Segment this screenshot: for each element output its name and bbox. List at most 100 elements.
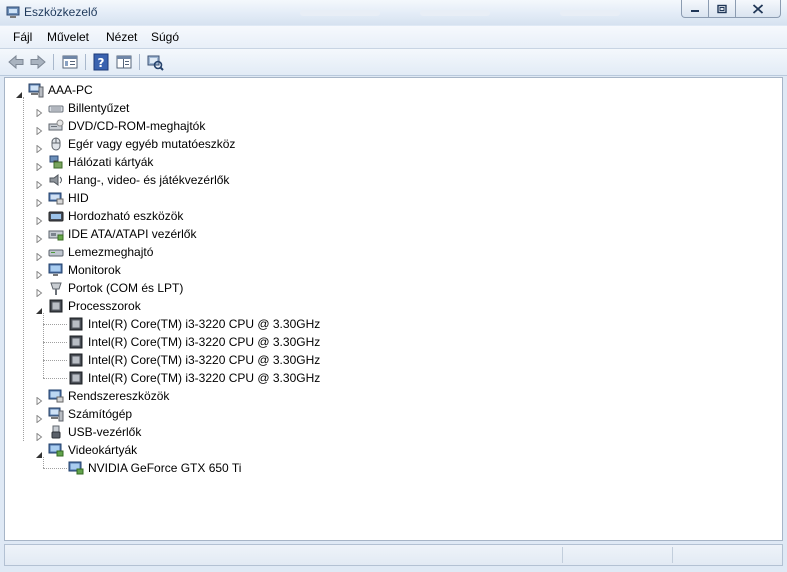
title-bar-blur <box>300 10 380 16</box>
tree-connector-line <box>43 468 67 469</box>
tree-category-item[interactable]: HID <box>5 189 775 208</box>
toolbar-separator <box>53 54 54 70</box>
tree-device-item[interactable]: NVIDIA GeForce GTX 650 Ti <box>5 459 775 477</box>
tree-connector-line <box>43 360 67 361</box>
processor-icon <box>68 352 84 368</box>
collapse-triangle-icon[interactable] <box>15 86 23 98</box>
title-bar[interactable]: Eszközkezelő <box>0 0 787 25</box>
tree-category-item[interactable]: Processzorok <box>5 297 775 315</box>
expand-triangle-icon[interactable] <box>35 410 43 424</box>
expand-triangle-icon[interactable] <box>35 284 43 298</box>
expand-triangle-icon[interactable] <box>35 392 43 406</box>
tree-item-label: Videokártyák <box>68 443 138 457</box>
ide-controller-icon <box>48 226 64 242</box>
menu-action[interactable]: Művelet <box>47 30 89 44</box>
processor-icon <box>69 353 83 367</box>
tree-category-item[interactable]: DVD/CD-ROM-meghajtók <box>5 117 775 136</box>
tree-category-item[interactable]: Egér vagy egyéb mutatóeszköz <box>5 135 775 154</box>
tree-item-label: HID <box>68 191 89 205</box>
tree-category-item[interactable]: Hang-, video- és játékvezérlők <box>5 171 775 190</box>
tree-item-label: Billentyűzet <box>68 101 130 115</box>
forward-button[interactable] <box>28 52 48 72</box>
tree-category-item[interactable]: IDE ATA/ATAPI vezérlők <box>5 225 775 244</box>
expand-triangle-icon[interactable] <box>35 194 43 208</box>
usb-icon <box>48 424 64 440</box>
expand-triangle-icon[interactable] <box>35 428 43 442</box>
tree-item-label: Intel(R) Core(TM) i3-3220 CPU @ 3.30GHz <box>88 371 321 385</box>
tree-connector-line <box>43 378 67 379</box>
details-pane-icon <box>116 55 132 69</box>
tree-category-item[interactable]: Billentyűzet <box>5 99 775 118</box>
device-tree-panel[interactable]: AAA-PC Billentyűzet DVD/CD-ROM-meghajtók Eg… <box>4 77 783 541</box>
tree-device-item[interactable]: Intel(R) Core(TM) i3-3220 CPU @ 3.30GHz <box>5 315 775 333</box>
expand-triangle-icon[interactable] <box>35 176 43 190</box>
tree-category-item[interactable]: Hordozható eszközök <box>5 207 775 226</box>
toolbar: ? <box>0 49 787 76</box>
hid-icon <box>48 192 64 205</box>
close-button[interactable] <box>735 0 781 18</box>
menu-help[interactable]: Súgó <box>151 30 179 44</box>
tree-item-label: IDE ATA/ATAPI vezérlők <box>68 227 197 241</box>
window-title: Eszközkezelő <box>24 5 98 19</box>
speaker-icon <box>48 172 64 188</box>
mouse-icon <box>51 137 61 151</box>
tree-category-item[interactable]: Monitorok <box>5 261 775 280</box>
tree-item-label: AAA-PC <box>48 83 93 97</box>
expand-triangle-icon[interactable] <box>35 248 43 262</box>
tree-category-item[interactable]: Számítógép <box>5 405 775 424</box>
scan-hardware-icon <box>147 55 164 71</box>
details-pane-button[interactable] <box>114 52 134 72</box>
collapse-triangle-icon[interactable] <box>35 302 43 314</box>
help-button[interactable]: ? <box>91 52 111 72</box>
expand-triangle-icon[interactable] <box>35 230 43 244</box>
tree-category-item[interactable]: Portok (COM és LPT) <box>5 279 775 298</box>
processor-icon <box>69 317 83 331</box>
system-device-icon <box>48 388 64 404</box>
tree-item-label: Egér vagy egyéb mutatóeszköz <box>68 137 236 151</box>
tree-item-label: Hordozható eszközök <box>68 209 184 223</box>
expand-triangle-icon[interactable] <box>35 122 43 136</box>
keyboard-icon <box>48 100 64 116</box>
speaker-icon <box>49 174 62 186</box>
tree-item-label: Intel(R) Core(TM) i3-3220 CPU @ 3.30GHz <box>88 353 321 367</box>
tree-item-label: Számítógép <box>68 407 133 421</box>
processor-icon <box>49 299 63 313</box>
tree-root-item[interactable]: AAA-PC <box>5 81 775 99</box>
tree-item-label: Hang-, video- és játékvezérlők <box>68 173 230 187</box>
tree-category-item[interactable]: USB-vezérlők <box>5 423 775 442</box>
ide-controller-icon <box>48 230 64 241</box>
tree-category-item[interactable]: Videokártyák <box>5 441 775 459</box>
portable-device-icon <box>48 208 64 224</box>
expand-triangle-icon[interactable] <box>35 104 43 118</box>
tree-device-item[interactable]: Intel(R) Core(TM) i3-3220 CPU @ 3.30GHz <box>5 333 775 351</box>
scan-hardware-button[interactable] <box>145 52 165 72</box>
tree-device-item[interactable]: Intel(R) Core(TM) i3-3220 CPU @ 3.30GHz <box>5 351 775 369</box>
properties-view-button[interactable] <box>60 52 80 72</box>
processor-icon <box>68 316 84 332</box>
expand-triangle-icon[interactable] <box>35 266 43 280</box>
collapse-triangle-icon[interactable] <box>35 446 43 458</box>
menu-view[interactable]: Nézet <box>106 30 137 44</box>
tree-category-item[interactable]: Rendszereszközök <box>5 387 775 406</box>
tree-category-item[interactable]: Lemezmeghajtó <box>5 243 775 262</box>
processor-icon <box>69 335 83 349</box>
processor-icon <box>69 371 83 385</box>
network-adapter-icon <box>49 155 63 169</box>
menu-file[interactable]: Fájl <box>13 30 32 44</box>
tree-category-item[interactable]: Hálózati kártyák <box>5 153 775 172</box>
maximize-button[interactable] <box>708 0 736 18</box>
expand-triangle-icon[interactable] <box>35 158 43 172</box>
system-device-icon <box>48 389 64 403</box>
dvd-drive-icon <box>48 119 64 131</box>
back-button[interactable] <box>6 52 26 72</box>
expand-triangle-icon[interactable] <box>35 140 43 154</box>
computer-icon <box>48 407 64 422</box>
device-manager-app-icon <box>6 5 20 22</box>
minimize-button[interactable] <box>681 0 709 18</box>
expand-triangle-icon[interactable] <box>35 212 43 226</box>
tree-device-item[interactable]: Intel(R) Core(TM) i3-3220 CPU @ 3.30GHz <box>5 369 775 387</box>
tree-connector-line <box>43 324 67 325</box>
monitor-icon <box>48 262 64 278</box>
display-adapter-icon <box>48 443 64 457</box>
title-bar-blur <box>560 10 620 16</box>
